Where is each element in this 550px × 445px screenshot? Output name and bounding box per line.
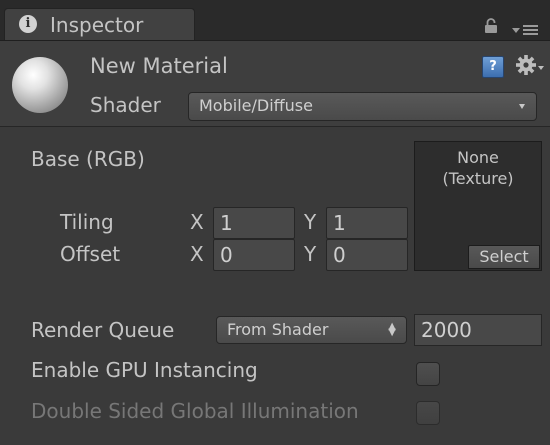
- tiling-y-field[interactable]: 1: [326, 207, 408, 239]
- double-sided-gi-label: Double Sided Global Illumination: [31, 399, 359, 423]
- tab-menu-icon[interactable]: [512, 22, 540, 41]
- offset-y-field[interactable]: 0: [326, 239, 408, 271]
- shader-dropdown-value: Mobile/Diffuse: [199, 96, 313, 115]
- material-header: New Material ? Shader Mobile/Diffuse: [0, 40, 550, 127]
- chevron-down-icon: [519, 104, 525, 109]
- info-icon: i: [19, 15, 37, 33]
- offset-y-label: Y: [304, 242, 317, 266]
- tiling-y-label: Y: [304, 210, 317, 234]
- double-sided-gi-checkbox: [416, 401, 440, 425]
- up-down-arrows-icon: ▲ ▼: [388, 321, 396, 338]
- tab-inspector-label: Inspector: [50, 13, 144, 37]
- texture-slot-none: None: [457, 148, 499, 167]
- gpu-instancing-checkbox[interactable]: [416, 362, 440, 386]
- render-queue-label: Render Queue: [31, 318, 175, 342]
- tab-inspector[interactable]: i Inspector: [4, 8, 195, 40]
- render-queue-value-field[interactable]: 2000: [414, 314, 542, 346]
- tiling-x-label: X: [190, 210, 204, 234]
- render-queue-dropdown[interactable]: From Shader ▲ ▼: [216, 316, 407, 344]
- offset-x-field[interactable]: 0: [213, 239, 295, 271]
- inspector-tab-bar: i Inspector: [0, 0, 550, 40]
- material-properties: Base (RGB) Tiling X 1 Y 1 Offset X 0 Y 0…: [0, 126, 550, 445]
- help-icon[interactable]: ?: [482, 56, 504, 78]
- offset-x-label: X: [190, 242, 204, 266]
- offset-label: Offset: [60, 242, 121, 266]
- render-queue-mode: From Shader: [227, 320, 329, 339]
- shader-label: Shader: [90, 93, 161, 117]
- base-rgb-label: Base (RGB): [31, 147, 145, 171]
- texture-slot[interactable]: None (Texture) Select: [414, 141, 542, 271]
- lock-icon[interactable]: [484, 18, 498, 38]
- tiling-x-field[interactable]: 1: [213, 207, 295, 239]
- material-preview-sphere: [12, 57, 68, 113]
- material-name: New Material: [90, 54, 228, 78]
- texture-slot-type: (Texture): [442, 169, 514, 188]
- gear-icon[interactable]: [516, 54, 546, 82]
- gpu-instancing-label: Enable GPU Instancing: [31, 358, 258, 382]
- texture-select-button[interactable]: Select: [468, 245, 540, 269]
- tiling-label: Tiling: [60, 210, 114, 234]
- shader-dropdown[interactable]: Mobile/Diffuse: [188, 92, 537, 121]
